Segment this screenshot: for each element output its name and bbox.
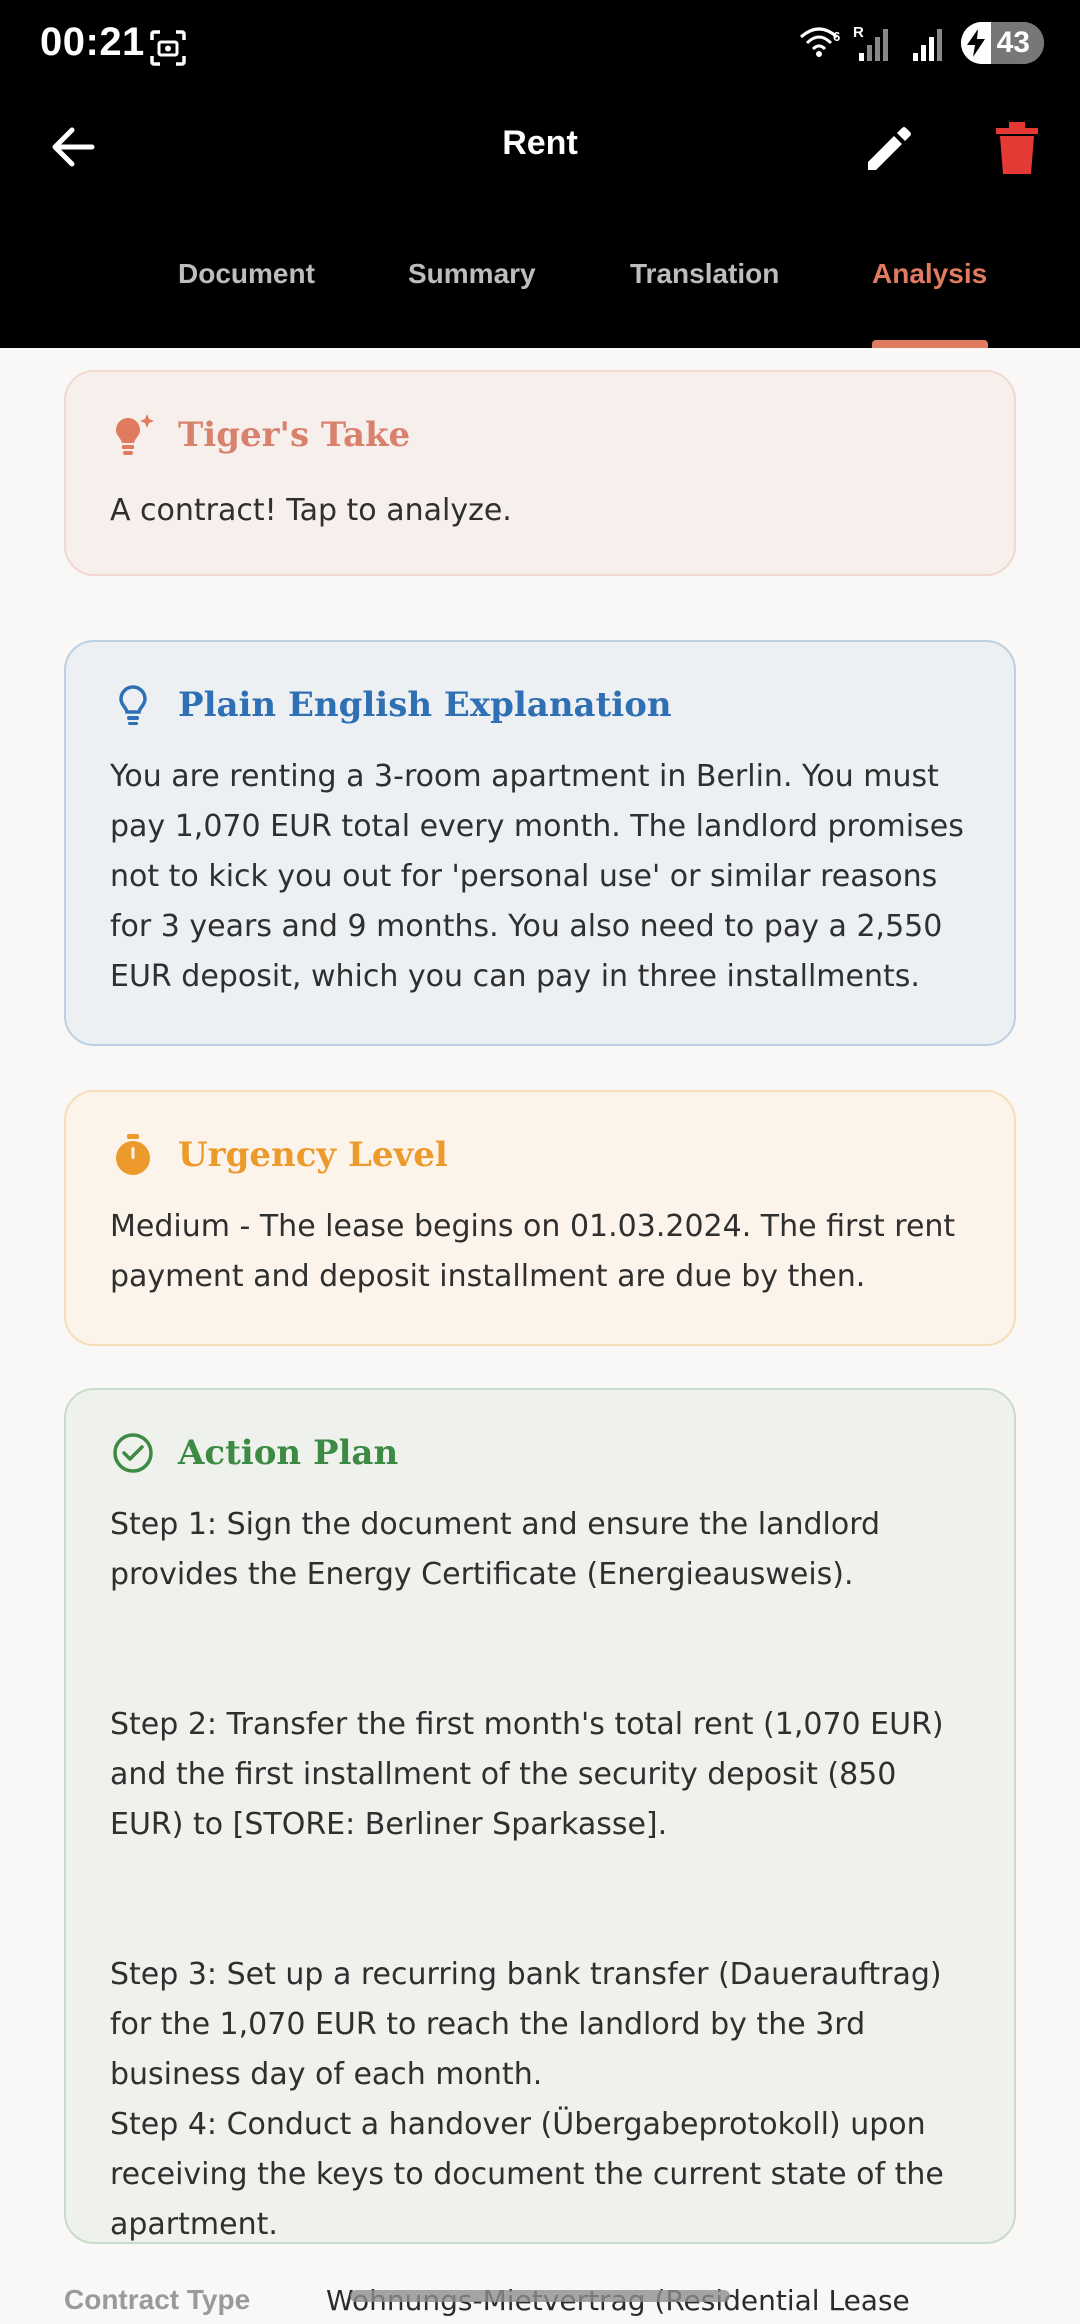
active-tab-indicator <box>872 340 988 348</box>
signal-strength-icon: R <box>853 24 888 61</box>
status-bar: 00:21 6 R 43 <box>0 0 1080 96</box>
wifi-icon: 6 <box>799 27 840 57</box>
page-title: Rent <box>502 124 578 162</box>
top-bar: 00:21 6 R 43 Rent Document Summary Trans… <box>0 0 1080 348</box>
screenshot-icon <box>150 30 186 66</box>
charging-bolt-icon <box>960 22 991 64</box>
card-body: A contract! Tap to analyze. <box>110 493 512 528</box>
lightbulb-outline-icon <box>110 682 156 728</box>
tab-analysis[interactable]: Analysis <box>872 258 987 290</box>
action-step: Step 3: Set up a recurring bank transfer… <box>110 1957 942 2092</box>
action-plan-card: Action Plan Step 1: Sign the document an… <box>64 1388 1016 2244</box>
card-body: You are renting a 3-room apartment in Be… <box>110 759 964 994</box>
card-body: Medium - The lease begins on 01.03.2024.… <box>110 1209 956 1294</box>
action-step: Step 2: Transfer the first month's total… <box>110 1707 944 1842</box>
wifi-badge: 6 <box>833 29 840 44</box>
action-step: Step 1: Sign the document and ensure the… <box>110 1507 881 1592</box>
tab-summary[interactable]: Summary <box>408 258 536 290</box>
action-step: Step 4: Conduct a handover (Übergabeprot… <box>110 2107 944 2242</box>
app-bar: Rent <box>0 96 1080 200</box>
lightbulb-sparkle-icon <box>110 412 156 458</box>
contract-type-label: Contract Type <box>64 2284 251 2315</box>
tab-bar: Document Summary Translation Analysis <box>0 246 1080 348</box>
tigers-take-card[interactable]: Tiger's Take A contract! Tap to analyze. <box>64 370 1016 576</box>
card-title: Urgency Level <box>178 1135 448 1175</box>
battery-percent: 43 <box>990 22 1044 64</box>
tab-document[interactable]: Document <box>178 258 315 290</box>
card-title: Action Plan <box>178 1433 399 1473</box>
card-title: Plain English Explanation <box>178 685 672 725</box>
status-time: 00:21 <box>40 20 145 64</box>
signal-strength-icon-2 <box>912 29 942 61</box>
delete-trash-icon[interactable] <box>992 120 1042 176</box>
tab-translation[interactable]: Translation <box>630 258 779 290</box>
plain-english-card: Plain English Explanation You are rentin… <box>64 640 1016 1046</box>
urgency-level-card: Urgency Level Medium - The lease begins … <box>64 1090 1016 1346</box>
roaming-label: R <box>853 24 864 41</box>
edit-pencil-icon[interactable] <box>862 120 918 176</box>
check-circle-icon <box>110 1430 156 1476</box>
timer-icon <box>110 1132 156 1178</box>
gesture-home-bar[interactable] <box>350 2290 730 2302</box>
card-title: Tiger's Take <box>178 415 411 455</box>
battery-indicator: 43 <box>960 22 1044 64</box>
